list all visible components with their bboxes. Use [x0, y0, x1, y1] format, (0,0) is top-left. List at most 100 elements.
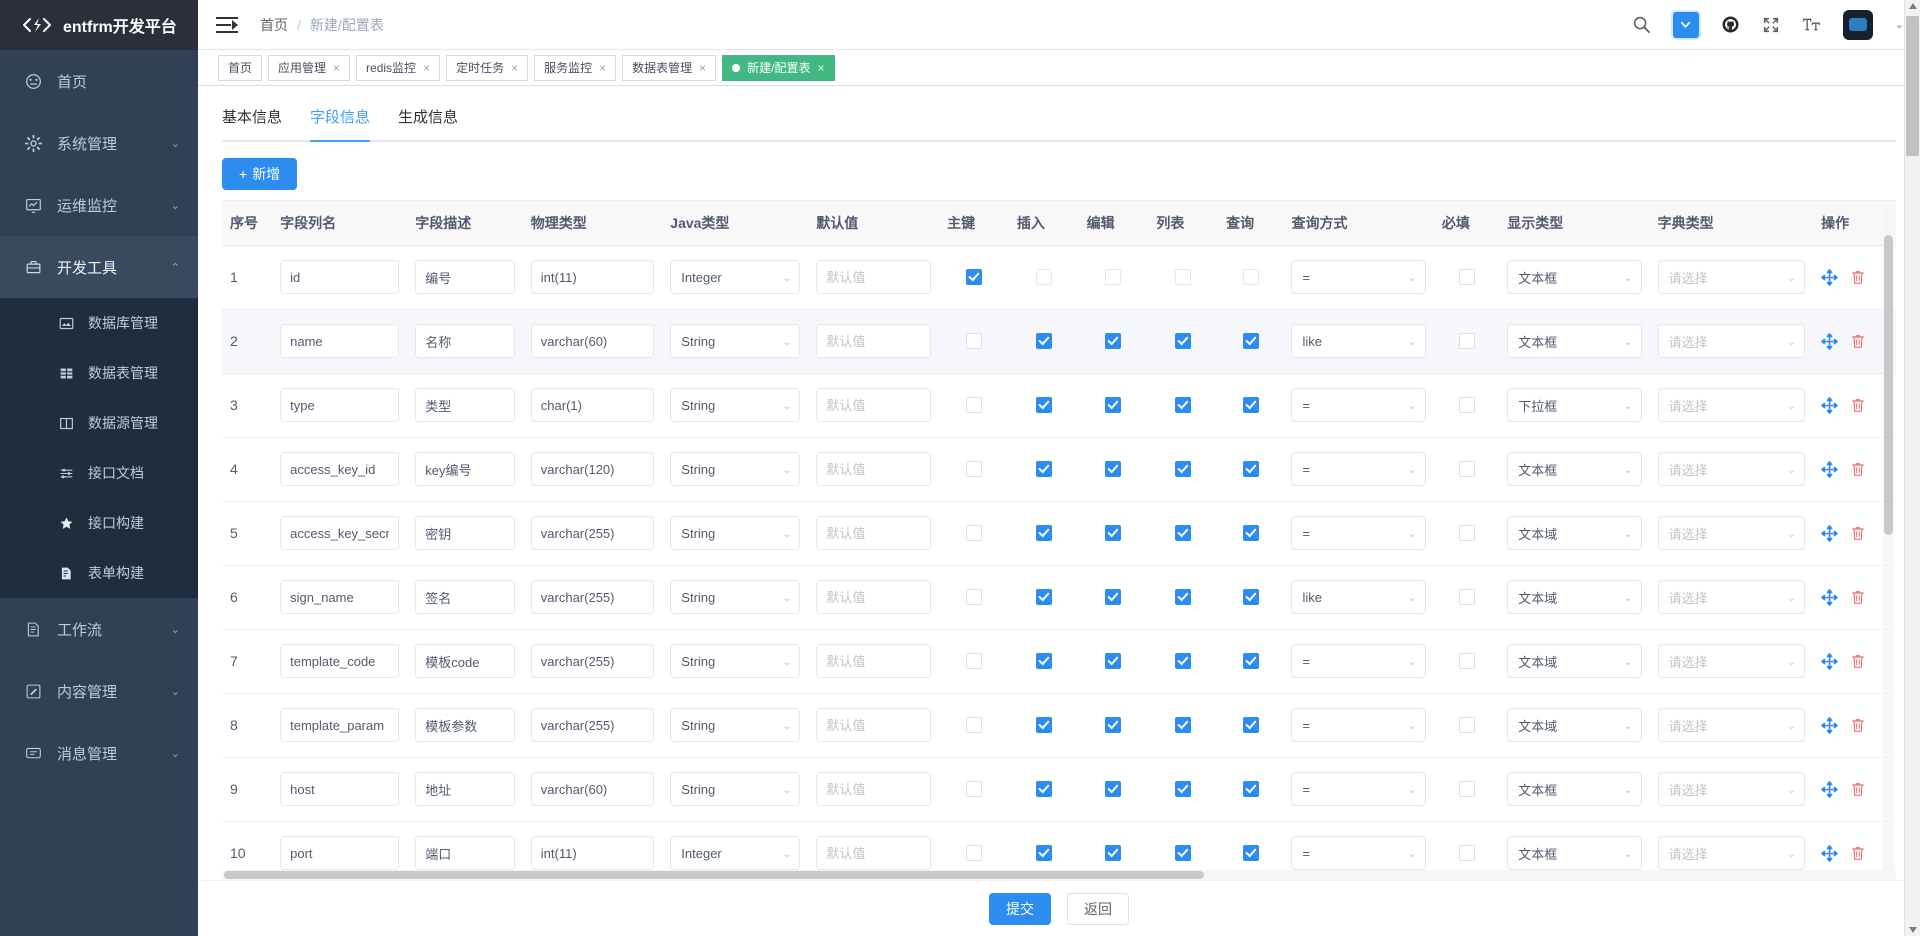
- tag-item[interactable]: redis监控 ×: [356, 54, 441, 81]
- trash-icon[interactable]: [1850, 397, 1866, 413]
- required-checkbox[interactable]: [1458, 845, 1475, 861]
- display-type-select[interactable]: 文本域 ⌄: [1507, 516, 1642, 550]
- table-vertical-scroll-thumb[interactable]: [1884, 235, 1893, 535]
- physical-type-input[interactable]: [530, 452, 655, 486]
- scroll-up-arrow-icon[interactable]: [1909, 3, 1917, 9]
- display-type-select[interactable]: 文本框 ⌄: [1507, 836, 1642, 870]
- primary-key-checkbox[interactable]: [965, 461, 982, 477]
- move-arrows-icon[interactable]: [1821, 332, 1838, 350]
- required-checkbox[interactable]: [1458, 717, 1475, 733]
- sidebar-item-message[interactable]: 消息管理 ⌄: [0, 722, 198, 784]
- field-desc-input[interactable]: [415, 644, 515, 678]
- close-icon[interactable]: ×: [599, 62, 606, 74]
- hamburger-collapse-icon[interactable]: [216, 16, 238, 34]
- field-column-input[interactable]: [280, 708, 400, 742]
- query-checkbox[interactable]: [1242, 333, 1259, 349]
- default-value-input[interactable]: [816, 388, 932, 422]
- primary-key-checkbox[interactable]: [965, 269, 982, 285]
- required-checkbox[interactable]: [1458, 589, 1475, 605]
- edit-checkbox[interactable]: [1105, 333, 1122, 349]
- edit-checkbox[interactable]: [1105, 461, 1122, 477]
- field-column-input[interactable]: [280, 452, 400, 486]
- java-type-select[interactable]: String ⌄: [670, 516, 801, 550]
- sidebar-item-monitor[interactable]: 运维监控 ⌄: [0, 174, 198, 236]
- trash-icon[interactable]: [1850, 525, 1866, 541]
- tag-item[interactable]: 新建/配置表 ×: [722, 54, 835, 81]
- move-arrows-icon[interactable]: [1821, 460, 1838, 478]
- tab-item[interactable]: 基本信息: [222, 98, 282, 140]
- primary-key-checkbox[interactable]: [965, 589, 982, 605]
- insert-checkbox[interactable]: [1035, 333, 1052, 349]
- move-arrows-icon[interactable]: [1821, 780, 1838, 798]
- sidebar-item-api-build[interactable]: 接口构建: [0, 498, 198, 548]
- tag-item[interactable]: 数据表管理 ×: [622, 54, 717, 81]
- display-type-select[interactable]: 文本域 ⌄: [1507, 580, 1642, 614]
- dict-type-select[interactable]: 请选择 ⌄: [1657, 644, 1806, 678]
- field-desc-input[interactable]: [415, 324, 515, 358]
- add-button[interactable]: + 新增: [222, 158, 298, 190]
- dict-type-select[interactable]: 请选择 ⌄: [1657, 836, 1806, 870]
- move-arrows-icon[interactable]: [1821, 844, 1838, 862]
- page-scrollbar[interactable]: [1904, 0, 1920, 936]
- insert-checkbox[interactable]: [1035, 589, 1052, 605]
- insert-checkbox[interactable]: [1035, 781, 1052, 797]
- chevron-down-boxed-icon[interactable]: [1672, 11, 1699, 38]
- sidebar-item-form-build[interactable]: 表单构建: [0, 548, 198, 598]
- java-type-select[interactable]: String ⌄: [670, 708, 801, 742]
- java-type-select[interactable]: String ⌄: [670, 580, 801, 614]
- insert-checkbox[interactable]: [1035, 525, 1052, 541]
- back-button[interactable]: 返回: [1067, 892, 1129, 925]
- required-checkbox[interactable]: [1458, 781, 1475, 797]
- field-column-input[interactable]: [280, 644, 400, 678]
- query-checkbox[interactable]: [1242, 397, 1259, 413]
- fullscreen-icon[interactable]: [1762, 16, 1780, 34]
- list-checkbox[interactable]: [1175, 781, 1192, 797]
- dict-type-select[interactable]: 请选择 ⌄: [1657, 260, 1806, 294]
- avatar[interactable]: [1842, 9, 1873, 40]
- brand-logo[interactable]: entfrm开发平台: [0, 0, 198, 50]
- java-type-select[interactable]: String ⌄: [670, 772, 801, 806]
- physical-type-input[interactable]: [530, 708, 655, 742]
- field-column-input[interactable]: [280, 772, 400, 806]
- trash-icon[interactable]: [1850, 845, 1866, 861]
- close-icon[interactable]: ×: [423, 62, 430, 74]
- trash-icon[interactable]: [1850, 781, 1866, 797]
- java-type-select[interactable]: String ⌄: [670, 644, 801, 678]
- query-type-select[interactable]: like ⌄: [1291, 324, 1426, 358]
- field-desc-input[interactable]: [415, 516, 515, 550]
- dict-type-select[interactable]: 请选择 ⌄: [1657, 708, 1806, 742]
- trash-icon[interactable]: [1850, 333, 1866, 349]
- display-type-select[interactable]: 文本框 ⌄: [1507, 324, 1642, 358]
- field-desc-input[interactable]: [415, 580, 515, 614]
- default-value-input[interactable]: [816, 260, 932, 294]
- physical-type-input[interactable]: [530, 580, 655, 614]
- required-checkbox[interactable]: [1458, 461, 1475, 477]
- java-type-select[interactable]: String ⌄: [670, 388, 801, 422]
- insert-checkbox[interactable]: [1035, 653, 1052, 669]
- query-type-select[interactable]: = ⌄: [1291, 836, 1426, 870]
- query-checkbox[interactable]: [1242, 781, 1259, 797]
- default-value-input[interactable]: [816, 516, 932, 550]
- search-icon[interactable]: [1632, 15, 1651, 34]
- github-icon[interactable]: [1721, 15, 1740, 34]
- query-checkbox[interactable]: [1242, 717, 1259, 733]
- physical-type-input[interactable]: [530, 772, 655, 806]
- display-type-select[interactable]: 下拉框 ⌄: [1507, 388, 1642, 422]
- close-icon[interactable]: ×: [511, 62, 518, 74]
- table-horizontal-scroll-thumb[interactable]: [224, 871, 1204, 879]
- display-type-select[interactable]: 文本域 ⌄: [1507, 708, 1642, 742]
- field-desc-input[interactable]: [415, 452, 515, 486]
- query-type-select[interactable]: = ⌄: [1291, 516, 1426, 550]
- query-type-select[interactable]: = ⌄: [1291, 708, 1426, 742]
- physical-type-input[interactable]: [530, 516, 655, 550]
- page-scroll-thumb[interactable]: [1906, 16, 1919, 156]
- physical-type-input[interactable]: [530, 836, 655, 870]
- trash-icon[interactable]: [1850, 269, 1866, 285]
- primary-key-checkbox[interactable]: [965, 781, 982, 797]
- insert-checkbox[interactable]: [1035, 845, 1052, 861]
- display-type-select[interactable]: 文本域 ⌄: [1507, 644, 1642, 678]
- display-type-select[interactable]: 文本框 ⌄: [1507, 260, 1642, 294]
- trash-icon[interactable]: [1850, 653, 1866, 669]
- close-icon[interactable]: ×: [818, 62, 825, 74]
- field-desc-input[interactable]: [415, 772, 515, 806]
